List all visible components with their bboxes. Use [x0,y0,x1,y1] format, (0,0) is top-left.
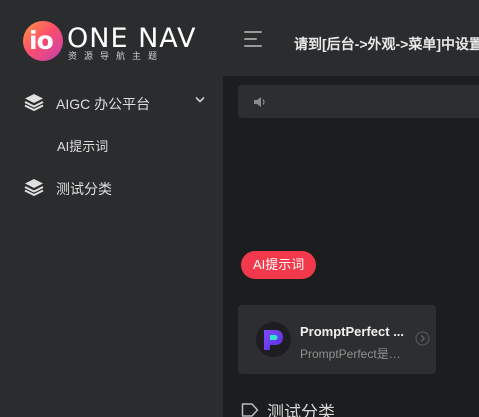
chevron-right-circle-icon[interactable] [415,331,430,346]
announcement-bar [238,85,479,118]
logo-badge: io [23,21,63,61]
header-menu-notice[interactable]: 请到[后台->外观->菜单]中设置 [294,34,479,54]
main-content: AI提示词 PromptPerfect ... PromptPerfect是什么… [223,76,479,417]
sidebar-item-aigc[interactable]: AIGC 办公平台 [0,82,223,122]
speaker-icon [254,97,265,107]
layers-icon [24,179,44,196]
top-header: io ONE NAV 资源导航主题 请到[后台->外观->菜单]中设置 [0,0,479,76]
chevron-down-icon [195,97,205,103]
sidebar-item-label: 测试分类 [56,181,112,197]
card-title: PromptPerfect ... [300,324,405,339]
category-tag-ai-prompts[interactable]: AI提示词 [241,251,317,279]
card-description: PromptPerfect是什么? [300,347,412,361]
section-title: 测试分类 [267,403,335,417]
tag-icon [241,403,259,417]
sidebar-item-test-category[interactable]: 测试分类 [0,167,223,207]
sidebar-subitem-ai-prompts[interactable]: AI提示词 [0,126,223,162]
sidebar-subitem-label: AI提示词 [57,139,109,154]
sidebar: AIGC 办公平台 AI提示词 测试分类 [0,76,223,417]
logo-tagline: 资源导航主题 [68,51,165,61]
sidebar-item-label: AIGC 办公平台 [56,96,151,112]
site-card[interactable]: PromptPerfect ... PromptPerfect是什么? [238,305,436,374]
logo-badge-text: io [29,26,54,55]
layers-icon [24,94,44,111]
menu-toggle-icon[interactable] [244,30,266,50]
promptperfect-logo [256,322,291,357]
